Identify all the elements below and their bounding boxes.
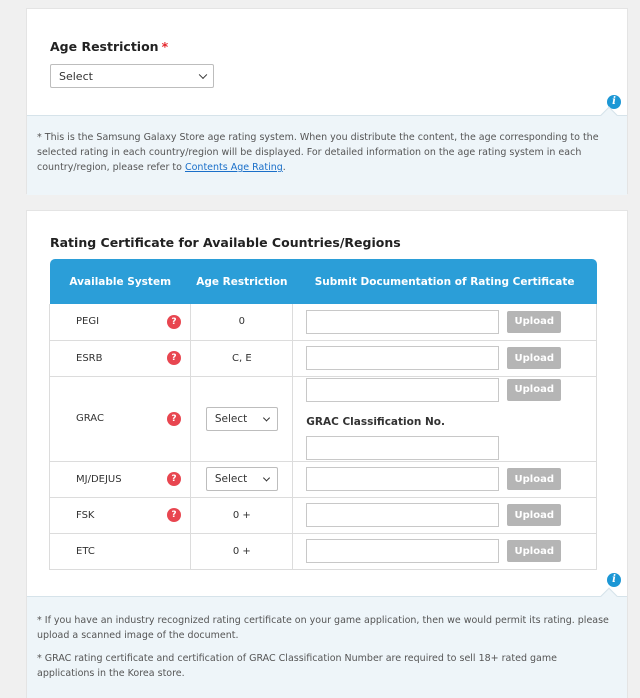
system-name: ETC [76,545,95,557]
header-submit-documentation: Submit Documentation of Rating Certifica… [292,259,597,304]
system-cell: FSK ? [48,497,192,534]
help-icon[interactable]: ? [167,411,181,426]
certificate-file-input[interactable] [306,467,500,491]
age-cell: Select [190,376,294,462]
age-cell: 0 + [190,533,294,570]
file-row: Upload [306,503,596,527]
age-restriction-select[interactable]: Select [50,64,214,88]
certificate-file-input[interactable] [306,503,500,527]
age-restriction-select-value: Select [59,69,93,83]
age-cell: Select [190,461,294,498]
file-row: Upload [306,539,596,563]
system-cell: GRAC ? [48,376,192,462]
doc-cell: Upload [292,461,597,498]
doc-cell: Upload [292,340,597,377]
system-name: GRAC [76,413,104,424]
contents-age-rating-link[interactable]: Contents Age Rating [185,162,283,173]
file-row: Upload [306,309,596,334]
upload-button[interactable]: Upload [507,540,562,562]
select-value: Select [214,473,248,485]
header-available-system: Available System [49,259,191,304]
note-notch [600,587,618,605]
table-row: ETC 0 + Upload [48,533,597,570]
grac-classification-input[interactable] [306,435,500,460]
system-name: FSK [76,509,95,521]
system-cell: ESRB ? [48,340,192,377]
age-rating-note-text: * This is the Samsung Galaxy Store age r… [37,130,617,175]
rating-certificate-title: Rating Certificate for Available Countri… [50,235,401,250]
age-restriction-card: Age Restriction * Select i * This is the … [26,8,628,195]
age-cell: C, E [190,340,294,377]
certificate-file-input[interactable] [306,309,500,334]
note-notch [600,106,618,124]
table-header-row: Available System Age Restriction Submit … [49,259,597,304]
select-value: Select [214,412,248,425]
doc-cell: Upload [292,497,597,534]
help-icon[interactable]: ? [167,508,181,522]
upload-button[interactable]: Upload [507,347,562,369]
help-icon[interactable]: ? [167,351,181,365]
file-row: Upload [306,346,596,370]
table-row: FSK ? 0 + Upload [48,497,597,534]
grac-age-select[interactable]: Select [205,406,278,431]
help-icon[interactable]: ? [167,472,181,486]
table-row: MJ/DEJUS ? Select Upload [48,461,597,498]
table-row: GRAC ? Select Upload GRAC Classification… [48,376,597,462]
chevron-down-icon [262,474,270,482]
doc-cell: Upload [292,533,597,570]
system-cell: MJ/DEJUS ? [48,461,192,498]
help-icon[interactable]: ? [167,314,181,329]
file-row: Upload [306,377,596,402]
file-row: Upload [306,467,596,491]
age-cell: 0 [190,304,294,341]
mj-dejus-age-select[interactable]: Select [205,467,278,491]
note-body: * This is the Samsung Galaxy Store age r… [37,132,599,173]
note-paragraph: * If you have an industry recognized rat… [37,615,609,641]
info-icon[interactable]: i [607,573,621,587]
upload-button[interactable]: Upload [507,310,562,333]
chevron-down-icon [198,70,208,80]
doc-cell: Upload [292,304,597,341]
certificate-file-input[interactable] [306,377,500,402]
age-restriction-title-text: Age Restriction [50,39,159,54]
table-row: ESRB ? C, E Upload [48,340,597,377]
system-name: PEGI [76,316,100,328]
system-cell: PEGI ? [48,304,192,341]
grac-classification-label: GRAC Classification No. [306,415,445,428]
note-paragraph: * GRAC rating certificate and certificat… [37,653,557,679]
doc-cell: Upload GRAC Classification No. [292,376,597,462]
system-name: ESRB [76,352,103,364]
system-name: MJ/DEJUS [76,473,122,485]
age-rating-note: * This is the Samsung Galaxy Store age r… [27,106,627,195]
upload-button[interactable]: Upload [507,378,562,401]
age-cell: 0 + [190,497,294,534]
rating-certificate-table: Available System Age Restriction Submit … [48,259,597,570]
note-end: . [282,162,286,173]
header-age-restriction: Age Restriction [190,259,293,304]
age-restriction-title: Age Restriction * [50,39,168,54]
certificate-file-input[interactable] [306,346,500,370]
certificate-file-input[interactable] [306,539,500,563]
upload-button[interactable]: Upload [507,468,562,490]
upload-button[interactable]: Upload [507,504,562,526]
rating-certificate-notes: * If you have an industry recognized rat… [27,587,627,698]
system-cell: ETC [48,533,192,570]
rating-certificate-card: Rating Certificate for Available Countri… [26,210,628,698]
table-row: PEGI ? 0 Upload [48,304,597,341]
chevron-down-icon [262,413,270,422]
required-mark: * [161,39,169,54]
